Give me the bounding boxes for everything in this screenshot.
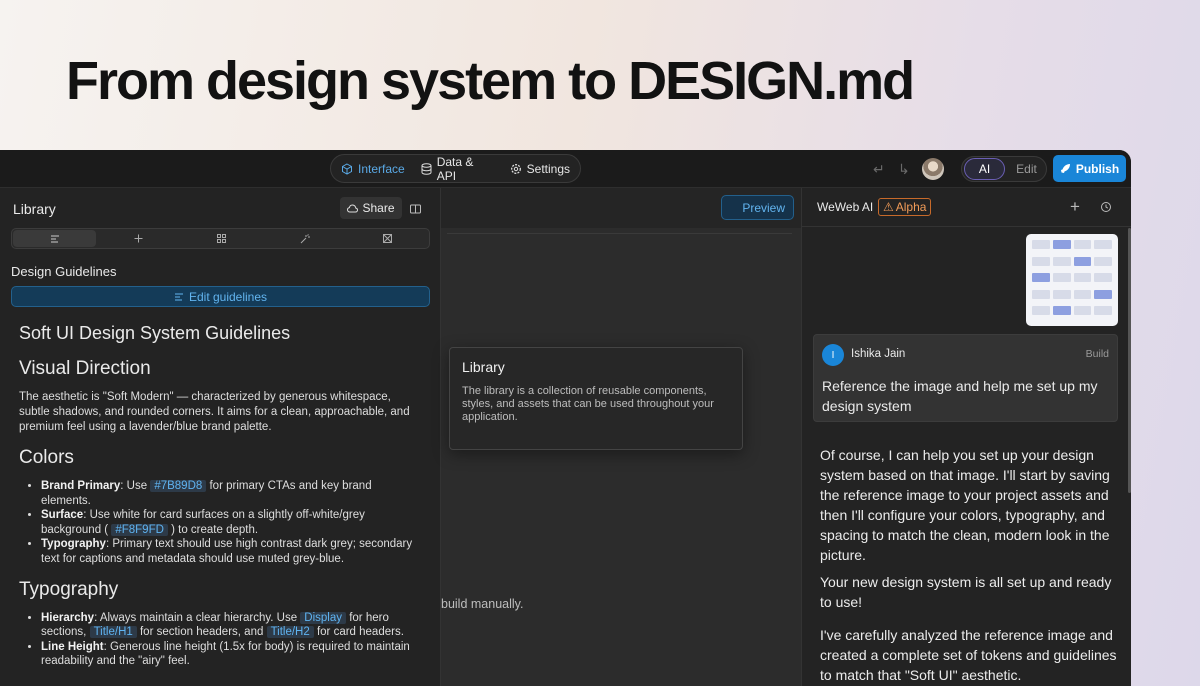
database-icon bbox=[421, 162, 432, 175]
token-code: Display bbox=[300, 611, 347, 624]
publish-button[interactable]: Publish bbox=[1053, 155, 1126, 182]
tooltip-body: The library is a collection of reusable … bbox=[462, 385, 714, 423]
avatar: I bbox=[822, 344, 844, 366]
app-window: Interface Data & API Settings ↵ ↳ AI Edi… bbox=[0, 150, 1131, 686]
message-text: Reference the image and help me set up m… bbox=[822, 378, 1098, 414]
color-code: #7B89D8 bbox=[150, 480, 207, 492]
preview-label: Preview bbox=[742, 200, 785, 215]
library-title: Library bbox=[13, 201, 56, 217]
doc-title: Soft UI Design System Guidelines bbox=[19, 323, 291, 343]
colors-heading: Colors bbox=[19, 447, 74, 468]
grid-icon[interactable] bbox=[180, 229, 263, 248]
library-panel: Library Share Design Guidelines Edit gui… bbox=[0, 188, 441, 686]
guidelines-view-icon[interactable] bbox=[13, 230, 96, 247]
reply-paragraph: Your new design system is all set up and… bbox=[820, 574, 1112, 610]
hero-title: From design system to DESIGN.md bbox=[66, 51, 915, 111]
share-label: Share bbox=[362, 201, 395, 215]
tooltip-title: Library bbox=[462, 359, 505, 375]
list-item: Typography: Primary text should use high… bbox=[41, 537, 424, 566]
top-tabs: Interface Data & API Settings bbox=[330, 154, 581, 183]
edit-guidelines-button[interactable]: Edit guidelines bbox=[11, 286, 430, 307]
token-code: Title/H1 bbox=[89, 626, 137, 639]
history-icon[interactable] bbox=[1100, 200, 1112, 218]
colors-list: Brand Primary: Use #7B89D8 for primary C… bbox=[19, 479, 424, 567]
warning-icon: ⚠ bbox=[883, 200, 894, 214]
reference-image-thumbnail[interactable] bbox=[1026, 234, 1118, 326]
ai-edit-toggle: AI Edit bbox=[961, 156, 1047, 182]
redo-icon[interactable]: ↳ bbox=[898, 161, 910, 178]
list-item: Brand Primary: Use #7B89D8 for primary C… bbox=[41, 479, 424, 508]
canvas-toolbar: Preview bbox=[441, 188, 801, 228]
ai-panel-title: WeWeb AI bbox=[817, 200, 874, 214]
book-icon[interactable] bbox=[410, 201, 421, 219]
reply-paragraph: Of course, I can help you set up your de… bbox=[820, 447, 1110, 563]
design-guidelines-title: Design Guidelines bbox=[11, 264, 117, 279]
tab-interface-label: Interface bbox=[358, 161, 405, 176]
ai-mode-option[interactable]: AI bbox=[964, 158, 1005, 180]
cube-icon bbox=[341, 162, 353, 175]
message-author: Ishika Jain bbox=[851, 348, 906, 360]
undo-icon[interactable]: ↵ bbox=[873, 161, 885, 178]
preview-button[interactable]: Preview bbox=[721, 195, 794, 220]
typography-heading: Typography bbox=[19, 578, 119, 600]
top-bar: Interface Data & API Settings ↵ ↳ AI Edi… bbox=[0, 150, 1131, 188]
library-tooltip: Library The library is a collection of r… bbox=[449, 347, 743, 450]
canvas-hint-text: build manually. bbox=[441, 597, 524, 611]
tab-data-api-label: Data & API bbox=[436, 154, 474, 183]
new-chat-icon[interactable]: + bbox=[1070, 197, 1080, 217]
avatar[interactable] bbox=[922, 158, 944, 180]
visual-direction-text: The aesthetic is "Soft Modern" — charact… bbox=[19, 391, 410, 433]
divider bbox=[447, 233, 792, 234]
divider bbox=[802, 226, 1131, 227]
visual-direction-heading: Visual Direction bbox=[19, 358, 151, 379]
component-icon[interactable] bbox=[346, 229, 429, 248]
alpha-label: Alpha bbox=[895, 200, 927, 214]
ai-reply: Of course, I can help you set up your de… bbox=[820, 445, 1120, 686]
token-code: Title/H2 bbox=[266, 626, 314, 639]
list-item: Line Height: Generous line height (1.5x … bbox=[41, 640, 424, 669]
list-icon bbox=[174, 293, 184, 301]
ai-panel: WeWeb AI ⚠ Alpha + I Ishika Jain Build R… bbox=[801, 188, 1131, 686]
tab-interface[interactable]: Interface bbox=[335, 155, 411, 182]
color-code: #F8F9FD bbox=[111, 523, 168, 536]
alpha-badge: ⚠ Alpha bbox=[878, 198, 932, 216]
tab-settings-label: Settings bbox=[526, 161, 570, 176]
typography-list: Hierarchy: Always maintain a clear hiera… bbox=[19, 611, 424, 669]
tab-settings[interactable]: Settings bbox=[504, 155, 576, 182]
gear-icon bbox=[510, 163, 522, 175]
rocket-icon bbox=[1060, 163, 1071, 174]
tab-data-api[interactable]: Data & API bbox=[415, 154, 500, 183]
publish-label: Publish bbox=[1075, 161, 1120, 176]
scrollbar[interactable] bbox=[1128, 228, 1131, 493]
library-view-switcher bbox=[11, 228, 430, 249]
edit-guidelines-label: Edit guidelines bbox=[188, 289, 268, 304]
share-button[interactable]: Share bbox=[340, 197, 402, 219]
list-item: Surface: Use white for card surfaces on … bbox=[41, 508, 424, 537]
move-icon[interactable] bbox=[97, 229, 180, 248]
guidelines-document: Soft UI Design System Guidelines Visual … bbox=[19, 323, 424, 681]
list-item: Hierarchy: Always maintain a clear hiera… bbox=[41, 611, 424, 640]
message-mode-tag: Build bbox=[1085, 348, 1109, 360]
magic-wand-icon[interactable] bbox=[263, 229, 346, 248]
reply-paragraph: I've carefully analyzed the reference im… bbox=[820, 627, 1117, 683]
user-message: I Ishika Jain Build Reference the image … bbox=[813, 334, 1118, 422]
cloud-icon bbox=[347, 203, 359, 213]
edit-mode-option[interactable]: Edit bbox=[1007, 162, 1046, 176]
